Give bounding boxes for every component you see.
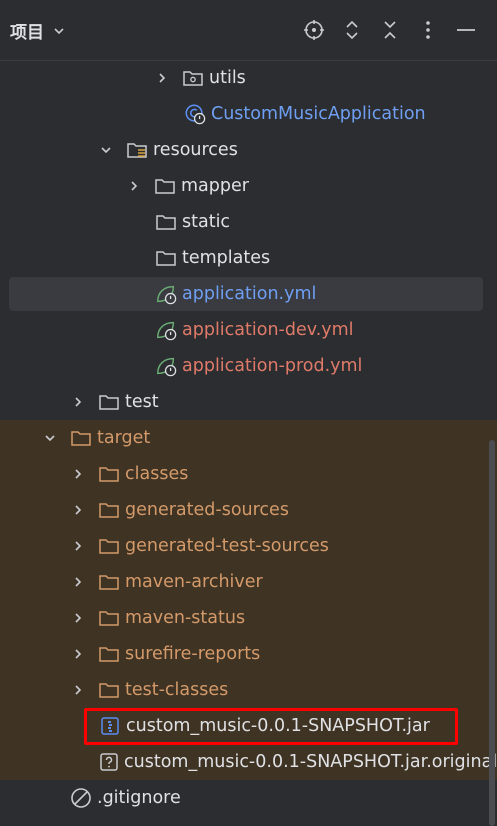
chevron-right-icon[interactable] — [70, 538, 86, 554]
folder-icon — [154, 175, 176, 197]
tree-item-label: target — [97, 428, 151, 448]
spring-boot-class-icon — [184, 103, 206, 125]
resources-folder-icon — [126, 139, 148, 161]
tree-item-templates[interactable]: templates — [0, 240, 497, 276]
tree-item-label: classes — [125, 464, 189, 484]
tree-item-application-yml[interactable]: application.yml — [0, 276, 497, 312]
unknown-file-icon — [99, 751, 119, 773]
spring-config-icon — [155, 355, 177, 377]
tree-item-custom-music-application[interactable]: CustomMusicApplication — [0, 96, 497, 132]
tree-item-label: static — [182, 212, 231, 232]
collapse-all-icon[interactable] — [375, 16, 405, 44]
excluded-folder-icon — [98, 679, 120, 701]
tree-item-label: templates — [182, 248, 271, 268]
tree-item-static[interactable]: static — [0, 204, 497, 240]
folder-icon — [98, 391, 120, 413]
folder-icon — [155, 247, 177, 269]
tree-item-maven-archiver[interactable]: maven-archiver — [0, 564, 497, 600]
tree-item-classes[interactable]: classes — [0, 456, 497, 492]
chevron-right-icon[interactable] — [70, 682, 86, 698]
project-view-selector[interactable]: 项目 — [10, 18, 66, 43]
tree-item-label: application-prod.yml — [182, 356, 363, 376]
tree-item-application-dev-yml[interactable]: application-dev.yml — [0, 312, 497, 348]
folder-icon — [155, 211, 177, 233]
tree-item-surefire-reports[interactable]: surefire-reports — [0, 636, 497, 672]
tree-item-jar-original[interactable]: custom_music-0.0.1-SNAPSHOT.jar.original — [0, 744, 497, 780]
excluded-folder-icon — [98, 463, 120, 485]
expand-all-icon[interactable] — [337, 16, 367, 44]
project-toolwindow-header: 项目 — [0, 0, 497, 60]
tree-item-maven-status[interactable]: maven-status — [0, 600, 497, 636]
annotation-highlight-box — [84, 708, 458, 745]
tree-item-label: CustomMusicApplication — [211, 104, 426, 124]
tree-item-mapper[interactable]: mapper — [0, 168, 497, 204]
tree-item-label: test-classes — [125, 680, 229, 700]
tree-item-label: generated-sources — [125, 500, 289, 520]
tree-item-gitignore[interactable]: .gitignore — [0, 780, 497, 816]
excluded-folder-icon — [70, 427, 92, 449]
chevron-right-icon[interactable] — [154, 70, 170, 86]
chevron-right-icon[interactable] — [70, 394, 86, 410]
chevron-right-icon[interactable] — [126, 178, 142, 194]
locate-icon[interactable] — [299, 16, 329, 44]
tree-item-label: application-dev.yml — [182, 320, 354, 340]
vertical-scrollbar[interactable] — [489, 440, 495, 826]
tree-item-test[interactable]: test — [0, 384, 497, 420]
more-icon[interactable] — [413, 16, 443, 44]
chevron-right-icon[interactable] — [70, 610, 86, 626]
chevron-right-icon[interactable] — [70, 466, 86, 482]
tree-item-label: maven-archiver — [125, 572, 263, 592]
tree-item-label: custom_music-0.0.1-SNAPSHOT.jar.original — [124, 752, 497, 772]
tree-item-label: .gitignore — [97, 788, 181, 808]
tree-item-generated-sources[interactable]: generated-sources — [0, 492, 497, 528]
tree-item-label: generated-test-sources — [125, 536, 329, 556]
project-title: 项目 — [10, 23, 44, 43]
excluded-folder-icon — [98, 535, 120, 557]
tree-item-label: utils — [209, 68, 246, 88]
tree-item-test-classes[interactable]: test-classes — [0, 672, 497, 708]
spring-config-icon — [155, 283, 177, 305]
tree-item-resources[interactable]: resources — [0, 132, 497, 168]
chevron-down-icon[interactable] — [98, 142, 114, 158]
chevron-right-icon[interactable] — [70, 646, 86, 662]
excluded-folder-icon — [98, 643, 120, 665]
excluded-folder-icon — [98, 571, 120, 593]
excluded-folder-icon — [98, 607, 120, 629]
tree-item-label: surefire-reports — [125, 644, 261, 664]
tree-item-label: resources — [153, 140, 238, 160]
tree-item-generated-test-sources[interactable]: generated-test-sources — [0, 528, 497, 564]
tree-item-label: maven-status — [125, 608, 246, 628]
chevron-right-icon[interactable] — [70, 502, 86, 518]
tree-item-target[interactable]: target — [0, 420, 497, 456]
chevron-right-icon[interactable] — [70, 574, 86, 590]
tree-item-label: application.yml — [182, 284, 317, 304]
spring-config-icon — [155, 319, 177, 341]
excluded-folder-icon — [98, 499, 120, 521]
hide-icon[interactable] — [451, 16, 481, 44]
package-folder-icon — [182, 67, 204, 89]
tree-item-label: mapper — [181, 176, 249, 196]
chevron-down-icon[interactable] — [42, 430, 58, 446]
ignore-file-icon — [70, 787, 92, 809]
tree-item-application-prod-yml[interactable]: application-prod.yml — [0, 348, 497, 384]
tree-item-label: test — [125, 392, 159, 412]
chevron-down-icon[interactable] — [52, 24, 66, 38]
tree-item-utils[interactable]: utils — [0, 60, 497, 96]
